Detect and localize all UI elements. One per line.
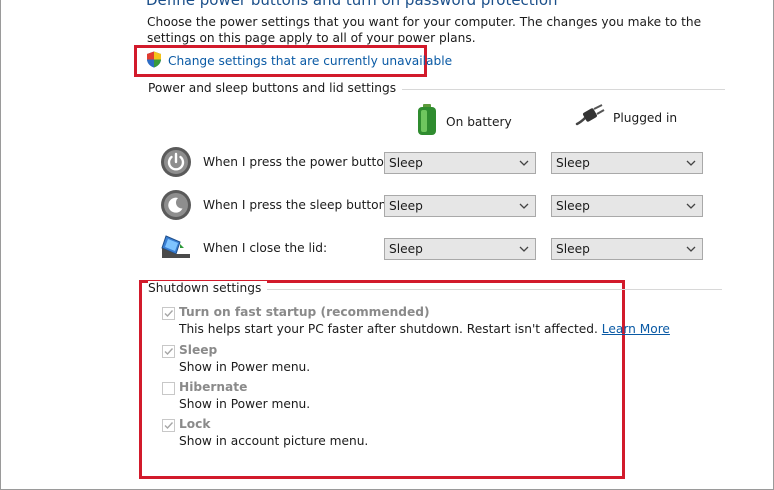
hibernate-option-description: Show in Power menu. — [179, 397, 311, 411]
row-label-power-button: When I press the power button: — [203, 155, 396, 169]
sleep-button-on-battery-value: Sleep — [389, 199, 423, 213]
hibernate-checkbox[interactable] — [162, 382, 175, 395]
close-lid-plugged-in-select[interactable]: Sleep — [551, 238, 703, 260]
sleep-button-on-battery-select[interactable]: Sleep — [384, 195, 536, 217]
fast-startup-desc-text: This helps start your PC faster after sh… — [179, 322, 598, 336]
sleep-checkbox[interactable] — [162, 345, 175, 358]
learn-more-link[interactable]: Learn More — [602, 322, 670, 336]
sleep-option-title: Sleep — [179, 343, 218, 357]
chevron-down-icon — [519, 203, 529, 209]
close-lid-plugged-in-value: Sleep — [556, 242, 590, 256]
row-label-sleep-button: When I press the sleep button: — [203, 198, 391, 212]
shutdown-section-rule — [252, 289, 722, 290]
power-button-on-battery-select[interactable]: Sleep — [384, 152, 536, 174]
battery-icon — [416, 104, 438, 139]
column-header-on-battery: On battery — [416, 104, 512, 139]
column-header-plugged-in: Plugged in — [575, 104, 677, 131]
chevron-down-icon — [519, 246, 529, 252]
sleep-option-description: Show in Power menu. — [179, 360, 311, 374]
check-icon — [164, 422, 174, 430]
chevron-down-icon — [686, 160, 696, 166]
chevron-down-icon — [686, 203, 696, 209]
sleep-button-plugged-in-value: Sleep — [556, 199, 590, 213]
fast-startup-checkbox[interactable] — [162, 307, 175, 320]
lock-option-title: Lock — [179, 417, 211, 431]
uac-shield-icon — [146, 51, 162, 71]
close-lid-on-battery-select[interactable]: Sleep — [384, 238, 536, 260]
change-settings-link[interactable]: Change settings that are currently unava… — [146, 51, 452, 71]
power-button-plugged-in-select[interactable]: Sleep — [551, 152, 703, 174]
power-button-on-battery-value: Sleep — [389, 156, 423, 170]
fast-startup-title: Turn on fast startup (recommended) — [179, 305, 430, 319]
shutdown-section-label: Shutdown settings — [148, 281, 268, 295]
page-heading: Define power buttons and turn on passwor… — [146, 0, 558, 9]
lock-checkbox[interactable] — [162, 419, 175, 432]
page-description: Choose the power settings that you want … — [147, 15, 702, 45]
plug-icon — [575, 104, 605, 131]
change-settings-link-label: Change settings that are currently unava… — [168, 54, 453, 68]
check-icon — [164, 348, 174, 356]
sleep-button-icon — [160, 189, 192, 221]
power-section-label: Power and sleep buttons and lid settings — [148, 81, 403, 95]
power-button-icon — [160, 146, 192, 178]
power-button-plugged-in-value: Sleep — [556, 156, 590, 170]
close-lid-on-battery-value: Sleep — [389, 242, 423, 256]
check-icon — [164, 310, 174, 318]
sleep-button-plugged-in-select[interactable]: Sleep — [551, 195, 703, 217]
chevron-down-icon — [686, 246, 696, 252]
column-label-plugged-in: Plugged in — [613, 110, 678, 125]
hibernate-option-title: Hibernate — [179, 380, 248, 394]
fast-startup-description: This helps start your PC faster after sh… — [179, 322, 670, 336]
column-label-on-battery: On battery — [446, 114, 512, 129]
laptop-lid-icon — [160, 232, 192, 264]
chevron-down-icon — [519, 160, 529, 166]
lock-option-description: Show in account picture menu. — [179, 434, 369, 448]
row-label-close-lid: When I close the lid: — [203, 241, 328, 255]
